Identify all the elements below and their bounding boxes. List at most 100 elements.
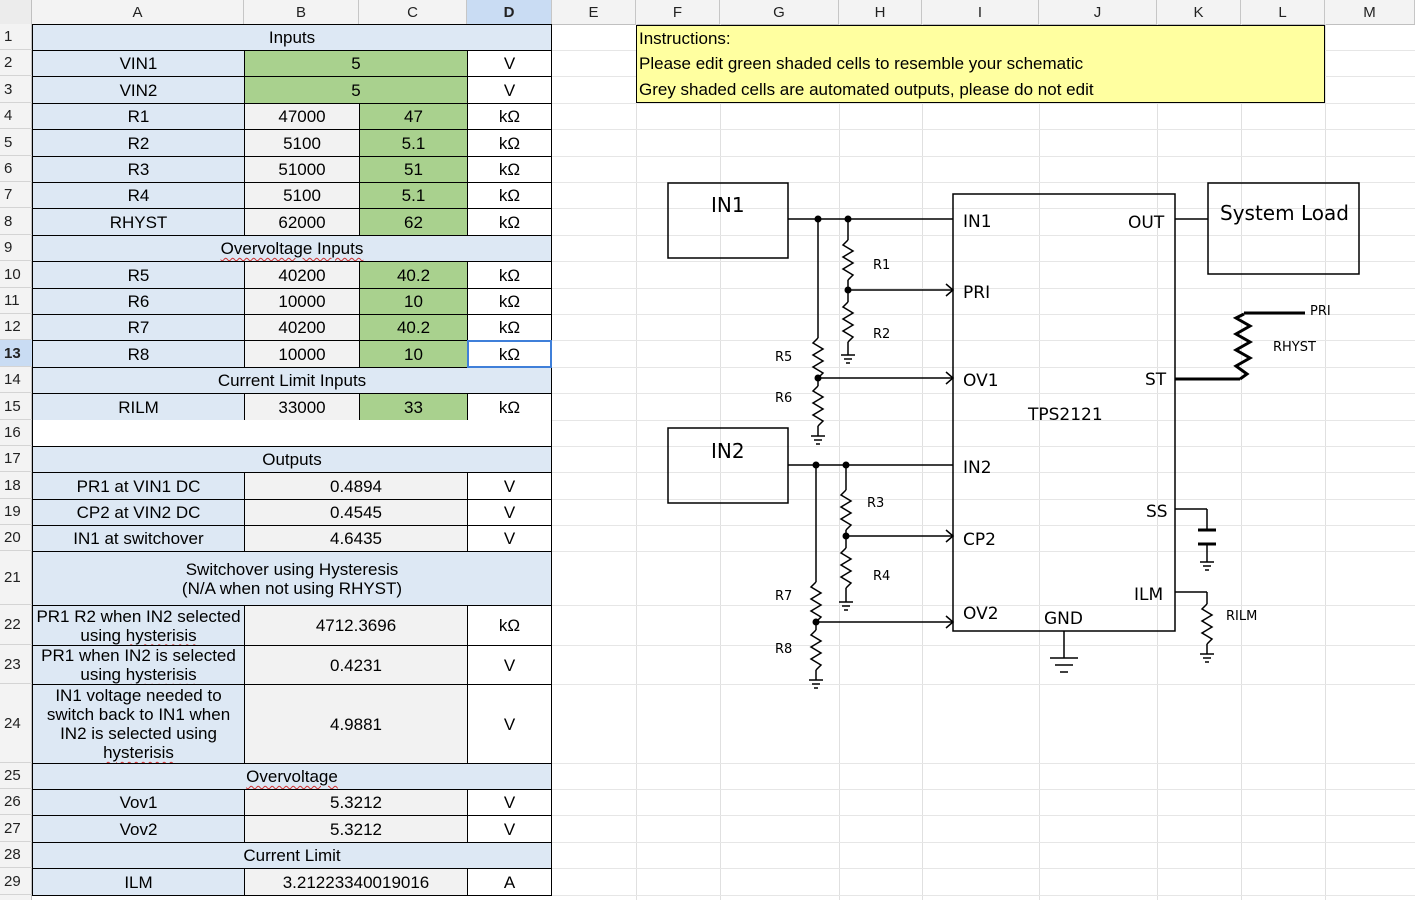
r8-ohms-cell[interactable]: 10000 — [244, 340, 360, 368]
r8-k-cell[interactable]: 10 — [359, 340, 468, 368]
column-header-h[interactable]: H — [839, 0, 922, 24]
rilm-k-cell[interactable]: 33 — [359, 393, 468, 421]
current-limit-header-cell[interactable]: Current Limit — [32, 842, 552, 869]
r6-label-cell[interactable]: R6 — [32, 288, 245, 315]
row-header[interactable]: 11 — [0, 288, 32, 314]
pr1-vin1-value-cell[interactable]: 0.4894 — [244, 472, 468, 500]
pr1-vin1-label-cell[interactable]: PR1 at VIN1 DC — [32, 472, 245, 500]
vov1-unit-cell[interactable]: V — [467, 789, 552, 816]
row-header[interactable]: 25 — [0, 763, 32, 789]
row-header[interactable]: 15 — [0, 393, 32, 420]
r1-unit-cell[interactable]: kΩ — [467, 103, 552, 130]
vin2-unit-cell[interactable]: V — [467, 76, 552, 104]
r2-k-cell[interactable]: 5.1 — [359, 129, 468, 157]
vov1-label-cell[interactable]: Vov1 — [32, 789, 245, 816]
row-header[interactable]: 19 — [0, 499, 32, 525]
r1-ohms-cell[interactable]: 47000 — [244, 103, 360, 130]
overvoltage-inputs-header-cell[interactable]: Overvoltage Inputs — [32, 235, 552, 262]
row-header[interactable]: 5 — [0, 129, 32, 156]
row-header[interactable]: 10 — [0, 261, 32, 288]
vov2-label-cell[interactable]: Vov2 — [32, 815, 245, 843]
column-header-g[interactable]: G — [720, 0, 839, 24]
column-header-e[interactable]: E — [552, 0, 636, 24]
row-header[interactable]: 6 — [0, 156, 32, 182]
r6-ohms-cell[interactable]: 10000 — [244, 288, 360, 315]
r4-k-cell[interactable]: 5.1 — [359, 182, 468, 209]
r3-unit-cell[interactable]: kΩ — [467, 156, 552, 183]
r8-label-cell[interactable]: R8 — [32, 340, 245, 368]
r2-unit-cell[interactable]: kΩ — [467, 129, 552, 157]
r5-label-cell[interactable]: R5 — [32, 261, 245, 289]
vin2-value-cell[interactable]: 5 — [244, 76, 468, 104]
column-header-d[interactable]: D — [467, 0, 552, 24]
pr1-in2-unit-cell[interactable]: V — [467, 645, 552, 685]
ilm-label-cell[interactable]: ILM — [32, 868, 245, 896]
vov1-value-cell[interactable]: 5.3212 — [244, 789, 468, 816]
r3-ohms-cell[interactable]: 51000 — [244, 156, 360, 183]
inputs-header-cell[interactable]: Inputs — [32, 24, 552, 51]
hysteresis-header-cell[interactable]: Switchover using Hysteresis (N/A when no… — [32, 551, 552, 606]
current-limit-inputs-header-cell[interactable]: Current Limit Inputs — [32, 367, 552, 394]
row-header[interactable]: 21 — [0, 551, 32, 605]
row-header[interactable]: 2 — [0, 50, 32, 76]
pr1-r2-unit-cell[interactable]: kΩ — [467, 605, 552, 646]
row-header[interactable]: 29 — [0, 868, 32, 895]
cp2-vin2-value-cell[interactable]: 0.4545 — [244, 499, 468, 526]
row-header[interactable]: 16 — [0, 420, 32, 446]
column-header-a[interactable]: A — [32, 0, 244, 24]
row-header[interactable]: 8 — [0, 208, 32, 235]
outputs-header-cell[interactable]: Outputs — [32, 446, 552, 473]
r1-label-cell[interactable]: R1 — [32, 103, 245, 130]
column-header-f[interactable]: F — [636, 0, 720, 24]
in1-switchover-label-cell[interactable]: IN1 at switchover — [32, 525, 245, 552]
column-header-l[interactable]: L — [1241, 0, 1325, 24]
r5-k-cell[interactable]: 40.2 — [359, 261, 468, 289]
row-header[interactable]: 22 — [0, 605, 32, 645]
row-header[interactable]: 3 — [0, 76, 32, 103]
r1-k-cell[interactable]: 47 — [359, 103, 468, 130]
r7-k-cell[interactable]: 40.2 — [359, 314, 468, 341]
row-header[interactable]: 27 — [0, 815, 32, 842]
select-all-corner[interactable] — [0, 0, 32, 24]
row-header[interactable]: 1 — [0, 24, 32, 50]
ilm-value-cell[interactable]: 3.21223340019016 — [244, 868, 468, 896]
r4-label-cell[interactable]: R4 — [32, 182, 245, 209]
rhyst-label-cell[interactable]: RHYST — [32, 208, 245, 236]
pr1-r2-value-cell[interactable]: 4712.3696 — [244, 605, 468, 646]
tps2121-schematic-image[interactable]: IN1 IN2 System Load TPS2121 IN1 PRI OV1 … — [640, 150, 1380, 710]
vin1-value-cell[interactable]: 5 — [244, 50, 468, 77]
row-header[interactable]: 7 — [0, 182, 32, 208]
r5-ohms-cell[interactable]: 40200 — [244, 261, 360, 289]
row-header-selected[interactable]: 13 — [0, 340, 32, 367]
row-header[interactable]: 23 — [0, 645, 32, 684]
row-header[interactable]: 26 — [0, 789, 32, 815]
r7-ohms-cell[interactable]: 40200 — [244, 314, 360, 341]
in1-switchover-unit-cell[interactable]: V — [467, 525, 552, 552]
in1-switchover-value-cell[interactable]: 4.6435 — [244, 525, 468, 552]
rilm-ohms-cell[interactable]: 33000 — [244, 393, 360, 421]
vov2-value-cell[interactable]: 5.3212 — [244, 815, 468, 843]
column-header-c[interactable]: C — [359, 0, 467, 24]
column-header-i[interactable]: I — [922, 0, 1039, 24]
r6-unit-cell[interactable]: kΩ — [467, 288, 552, 315]
column-header-b[interactable]: B — [244, 0, 359, 24]
rhyst-unit-cell[interactable]: kΩ — [467, 208, 552, 236]
in1-back-label-cell[interactable]: IN1 voltage needed to switch back to IN1… — [32, 684, 245, 764]
pr1-in2-label-cell[interactable]: PR1 when IN2 is selected using hysterisi… — [32, 645, 245, 685]
row-header[interactable]: 24 — [0, 684, 32, 763]
vov2-unit-cell[interactable]: V — [467, 815, 552, 843]
instructions-title[interactable]: Instructions: — [636, 25, 1325, 51]
column-header-j[interactable]: J — [1039, 0, 1157, 24]
r3-k-cell[interactable]: 51 — [359, 156, 468, 183]
r2-label-cell[interactable]: R2 — [32, 129, 245, 157]
r2-ohms-cell[interactable]: 5100 — [244, 129, 360, 157]
rhyst-k-cell[interactable]: 62 — [359, 208, 468, 236]
instructions-line-green[interactable]: Please edit green shaded cells to resemb… — [636, 51, 1325, 77]
r3-label-cell[interactable]: R3 — [32, 156, 245, 183]
vin2-label-cell[interactable]: VIN2 — [32, 76, 245, 104]
in1-back-unit-cell[interactable]: V — [467, 684, 552, 764]
r7-label-cell[interactable]: R7 — [32, 314, 245, 341]
vin1-label-cell[interactable]: VIN1 — [32, 50, 245, 77]
rilm-label-cell[interactable]: RILM — [32, 393, 245, 421]
pr1-r2-label-cell[interactable]: PR1 R2 when IN2 selected using hysterisi… — [32, 605, 245, 646]
